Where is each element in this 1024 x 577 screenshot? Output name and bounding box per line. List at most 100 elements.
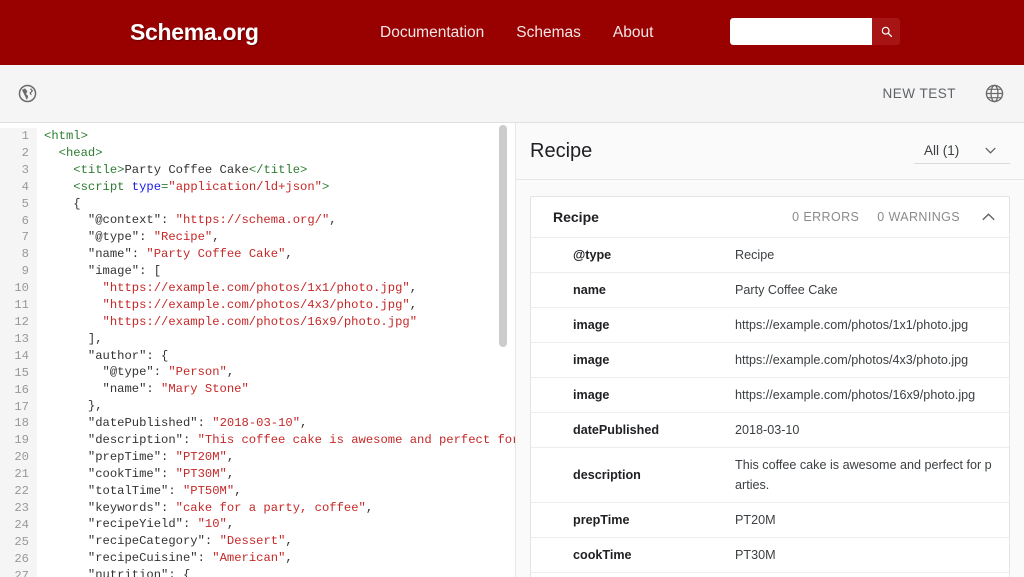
- nav-link-about[interactable]: About: [613, 24, 654, 42]
- line-number: 2: [21, 145, 29, 160]
- search-input[interactable]: [730, 18, 872, 45]
- property-name: prepTime: [573, 513, 630, 527]
- line-number: 18: [14, 416, 29, 431]
- code-line[interactable]: "@type": "Recipe",: [44, 229, 515, 246]
- code-line[interactable]: "author": {: [44, 348, 515, 365]
- code-line[interactable]: "recipeCuisine": "American",: [44, 550, 515, 567]
- results-filter-dropdown[interactable]: All (1): [914, 139, 1010, 164]
- code-line[interactable]: "datePublished": "2018-03-10",: [44, 415, 515, 432]
- code-line[interactable]: "cookTime": "PT30M",: [44, 466, 515, 483]
- code-line[interactable]: "https://example.com/photos/1x1/photo.jp…: [44, 280, 515, 297]
- code-line[interactable]: "keywords": "cake for a party, coffee",: [44, 500, 515, 517]
- editor-scrollbar[interactable]: [499, 123, 507, 577]
- code-token-str: "PT20M": [175, 449, 227, 464]
- code-line[interactable]: "totalTime": "PT50M",: [44, 483, 515, 500]
- code-token-key: "@type": [102, 365, 154, 380]
- code-token-key: "totalTime": [87, 483, 169, 498]
- property-name: datePublished: [573, 423, 660, 437]
- code-token-key: "author": [87, 348, 147, 363]
- code-token-plain: ,: [285, 247, 293, 262]
- new-test-button[interactable]: NEW TEST: [876, 85, 962, 102]
- line-number: 13: [14, 331, 29, 346]
- code-line[interactable]: {: [44, 196, 515, 213]
- code-token-plain: ,: [226, 449, 235, 464]
- code-line[interactable]: "@type": "Person",: [44, 364, 515, 381]
- schema-org-logo[interactable]: Schema.org: [130, 19, 259, 46]
- nav-link-documentation[interactable]: Documentation: [380, 24, 484, 42]
- code-line[interactable]: "name": "Party Coffee Cake",: [44, 246, 515, 263]
- properties-table: @type Recipe name Party Coffee Cake image htt…: [531, 238, 1009, 577]
- code-token-plain: ,: [212, 230, 220, 245]
- main-navigation: Documentation Schemas About: [380, 24, 653, 42]
- line-number: 8: [21, 247, 29, 262]
- code-token-plain: :: [161, 500, 176, 515]
- code-line[interactable]: },: [44, 398, 515, 415]
- editor-scrollbar-thumb[interactable]: [499, 125, 507, 347]
- code-token-str: "10": [197, 517, 227, 532]
- code-line[interactable]: "recipeYield": "10",: [44, 516, 515, 533]
- line-number-gutter: 1 2 3 4 5 6 7 8 9 10 11 12 13 14 15 16 17 18 19 20 21 22 23 24 2…: [0, 128, 37, 577]
- code-token-plain: ,: [226, 517, 235, 532]
- code-token-plain: :: [197, 416, 213, 431]
- code-token-key: "datePublished": [87, 416, 198, 431]
- property-name: totalTime: [531, 573, 727, 577]
- code-line[interactable]: <html>: [44, 128, 515, 145]
- code-line[interactable]: "description": "This coffee cake is awes…: [44, 432, 515, 449]
- main-content: 1 2 3 4 5 6 7 8 9 10 11 12 13 14 15 16 17 18 19 20 21 22 23 24 2…: [0, 123, 1024, 577]
- line-number: 26: [14, 551, 29, 566]
- code-line[interactable]: <head>: [44, 145, 515, 162]
- code-line[interactable]: <script type="application/ld+json">: [44, 179, 515, 196]
- property-name: cookTime: [573, 548, 632, 562]
- code-line[interactable]: "recipeCategory": "Dessert",: [44, 533, 515, 550]
- search-button[interactable]: [872, 18, 900, 45]
- code-line[interactable]: "prepTime": "PT20M",: [44, 449, 515, 466]
- code-token-key: "description": [87, 433, 183, 448]
- line-number: 16: [14, 382, 29, 397]
- code-token-tag: <html>: [44, 129, 88, 143]
- structured-data-tool-logo[interactable]: [10, 77, 44, 111]
- collapse-card-button[interactable]: [982, 213, 995, 221]
- code-line[interactable]: "https://example.com/photos/16x9/photo.j…: [44, 314, 515, 331]
- code-line[interactable]: "name": "Mary Stone": [44, 381, 515, 398]
- code-line[interactable]: ],: [44, 331, 515, 348]
- code-line[interactable]: "nutrition": {: [44, 567, 515, 577]
- results-body: Recipe 0 ERRORS 0 WARNINGS @type Recipe na…: [516, 180, 1024, 577]
- table-row: @type Recipe: [531, 238, 1009, 273]
- code-token-plain: :: [161, 449, 176, 464]
- code-token-key: "recipeYield": [87, 517, 183, 532]
- code-content[interactable]: <html> <head> <title>Party Coffee Cake</…: [37, 128, 515, 577]
- line-number: 12: [14, 314, 29, 329]
- property-value: Recipe: [735, 248, 775, 262]
- code-token-plain: ,: [409, 297, 418, 312]
- code-line[interactable]: <title>Party Coffee Cake</title>: [44, 162, 515, 179]
- search-icon: [881, 26, 892, 38]
- line-number: 21: [14, 467, 29, 482]
- result-card-header[interactable]: Recipe 0 ERRORS 0 WARNINGS: [531, 197, 1009, 238]
- line-number: 27: [14, 568, 29, 577]
- code-line[interactable]: "@context": "https://schema.org/",: [44, 212, 515, 229]
- code-token-key: "nutrition": [87, 568, 169, 577]
- code-line[interactable]: "https://example.com/photos/4x3/photo.jp…: [44, 297, 515, 314]
- code-token-str: "Person": [168, 365, 227, 380]
- results-title: Recipe: [530, 139, 593, 162]
- code-token-attr: type: [131, 179, 162, 194]
- code-token-str: "https://example.com/photos/16x9/photo.j…: [102, 314, 418, 329]
- line-number: 20: [14, 450, 29, 465]
- code-line[interactable]: "image": [: [44, 263, 515, 280]
- nav-link-schemas[interactable]: Schemas: [516, 24, 581, 42]
- code-token-plain: :: [153, 365, 169, 380]
- language-selector-button[interactable]: [981, 81, 1007, 107]
- code-editor[interactable]: 1 2 3 4 5 6 7 8 9 10 11 12 13 14 15 16 17 18 19 20 21 22 23 24 2…: [0, 123, 516, 577]
- code-token-str: "Recipe": [153, 230, 213, 245]
